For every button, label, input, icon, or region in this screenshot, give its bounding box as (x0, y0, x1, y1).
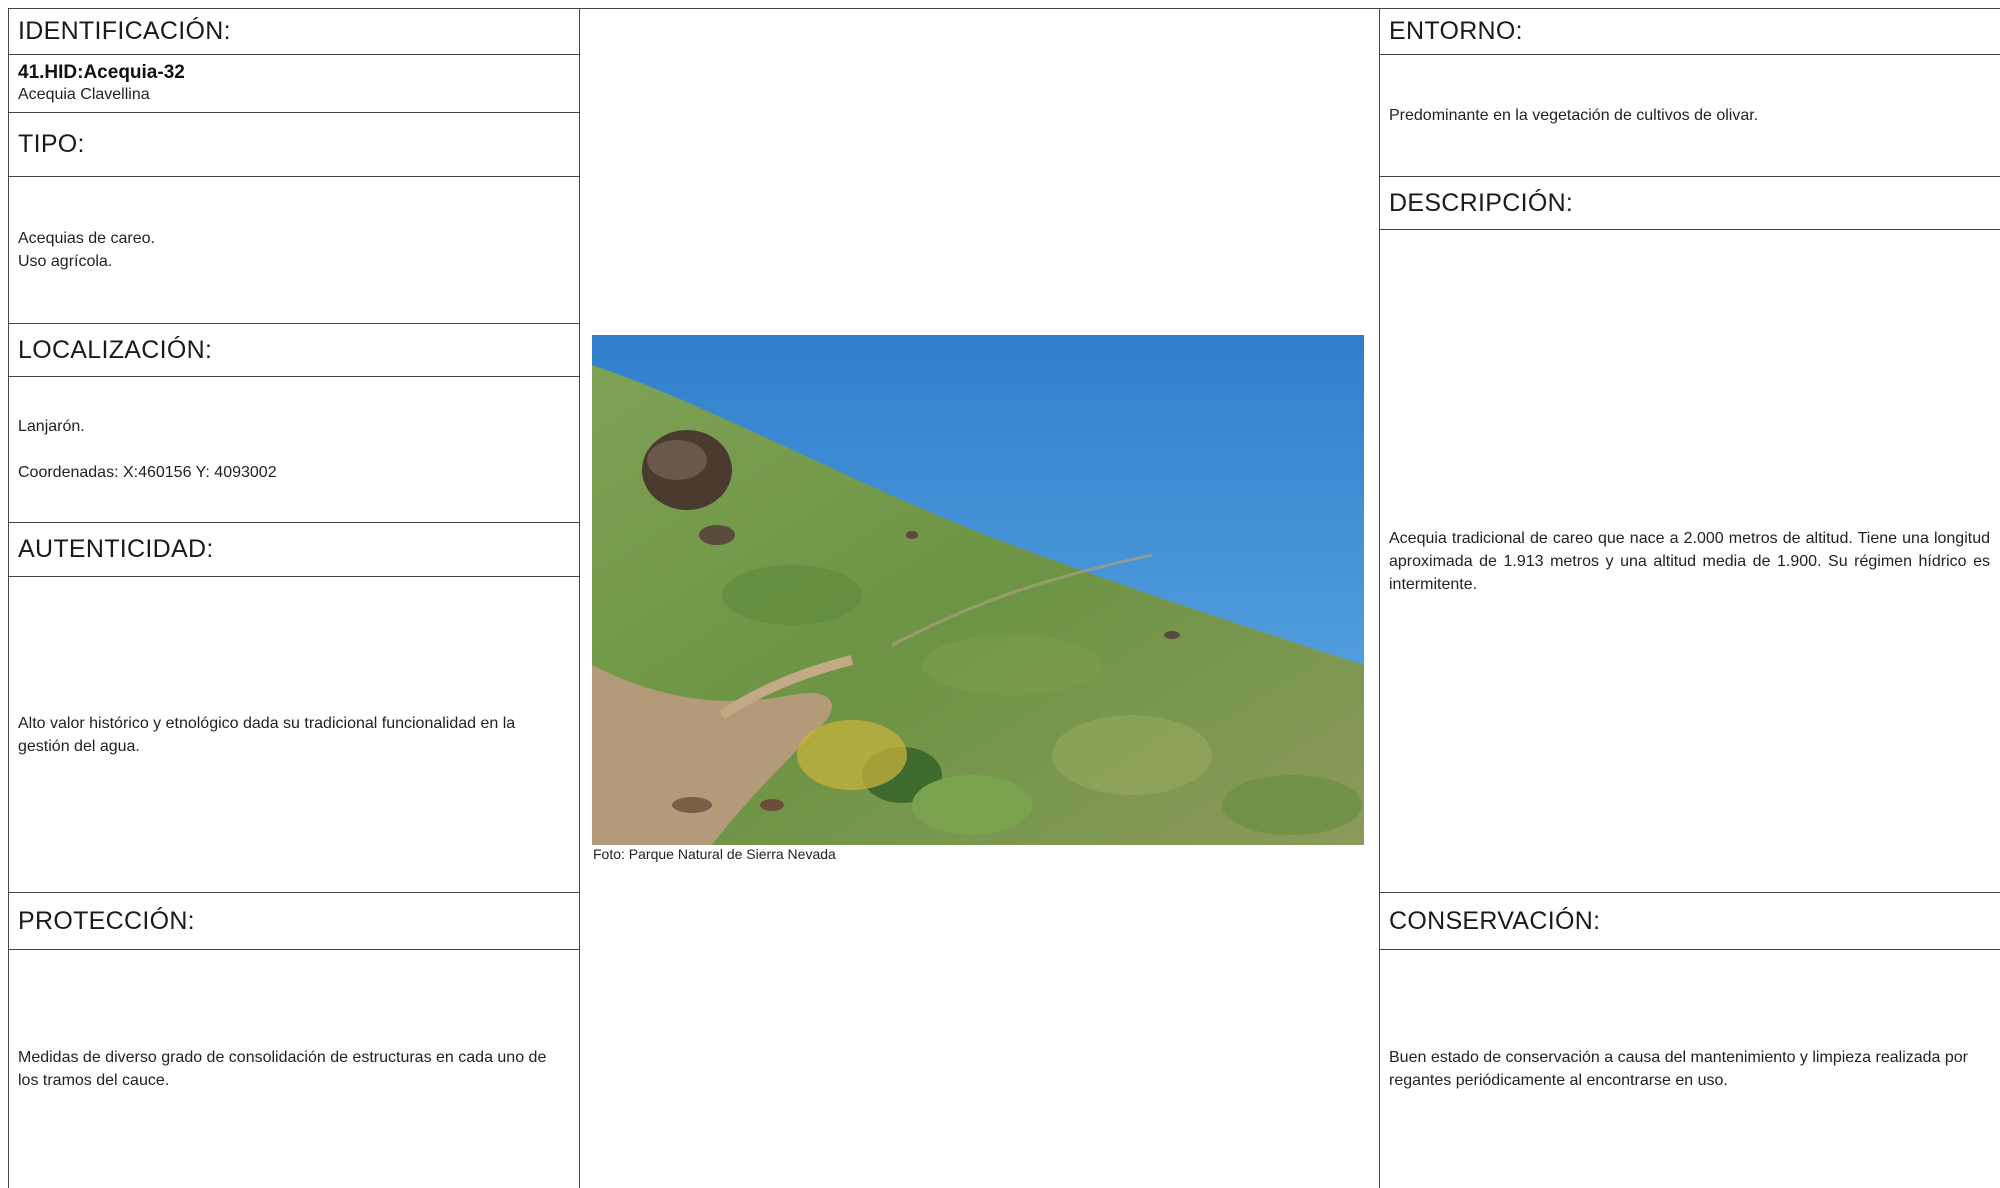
entorno-cell: Predominante en la vegetación de cultivo… (1380, 54, 2000, 176)
mountain-slope-image (592, 335, 1364, 845)
conservacion-text: Buen estado de conservación a causa del … (1389, 1049, 1969, 1089)
heritage-name: Acequia Clavellina (18, 86, 150, 103)
descripcion-text: Acequia tradicional de careo que nace a … (1389, 529, 1990, 593)
right-column: ENTORNO: Predominante en la vegetación d… (1380, 8, 2000, 1188)
tipo-line-2: Uso agrícola. (18, 253, 113, 270)
conservacion-header: CONSERVACIÓN: (1380, 892, 2000, 949)
tipo-header: TIPO: (9, 112, 579, 176)
proteccion-header: PROTECCIÓN: (9, 892, 579, 949)
descripcion-label: DESCRIPCIÓN: (1389, 188, 1574, 217)
photo-caption: Foto: Parque Natural de Sierra Nevada (593, 846, 836, 862)
tipo-line-1: Acequias de careo. (18, 230, 155, 247)
identificacion-header: IDENTIFICACIÓN: (9, 8, 579, 54)
localizacion-coords: Coordenadas: X:460156 Y: 4093002 (18, 464, 277, 481)
localizacion-place: Lanjarón. (18, 418, 85, 435)
autenticidad-text: Alto valor histórico y etnológico dada s… (18, 714, 516, 755)
proteccion-text: Medidas de diverso grado de consolidació… (18, 1049, 547, 1089)
conservacion-label: CONSERVACIÓN: (1389, 906, 1601, 935)
entorno-header: ENTORNO: (1380, 8, 2000, 54)
autenticidad-header: AUTENTICIDAD: (9, 522, 579, 576)
proteccion-label: PROTECCIÓN: (18, 906, 195, 935)
entorno-text: Predominante en la vegetación de cultivo… (1389, 107, 1759, 124)
localizacion-label: LOCALIZACIÓN: (18, 335, 213, 364)
autenticidad-cell: Alto valor histórico y etnológico dada s… (9, 576, 579, 892)
identificacion-label: IDENTIFICACIÓN: (18, 16, 231, 45)
descripcion-header: DESCRIPCIÓN: (1380, 176, 2000, 229)
localizacion-header: LOCALIZACIÓN: (9, 323, 579, 376)
left-column: IDENTIFICACIÓN: 41.HID:Acequia-32 Acequi… (8, 8, 580, 1188)
heritage-code: 41.HID:Acequia-32 (18, 62, 185, 83)
tipo-cell: Acequias de careo. Uso agrícola. (9, 176, 579, 323)
proteccion-cell: Medidas de diverso grado de consolidació… (9, 949, 579, 1188)
autenticidad-label: AUTENTICIDAD: (18, 535, 214, 563)
localizacion-cell: Lanjarón. Coordenadas: X:460156 Y: 40930… (9, 376, 579, 522)
descripcion-cell: Acequia tradicional de careo que nace a … (1380, 229, 2000, 892)
identificacion-cell: 41.HID:Acequia-32 Acequia Clavellina (9, 54, 579, 112)
site-photo (592, 335, 1364, 845)
tipo-label: TIPO: (18, 130, 85, 158)
entorno-label: ENTORNO: (1389, 16, 1523, 45)
conservacion-cell: Buen estado de conservación a causa del … (1380, 949, 2000, 1188)
